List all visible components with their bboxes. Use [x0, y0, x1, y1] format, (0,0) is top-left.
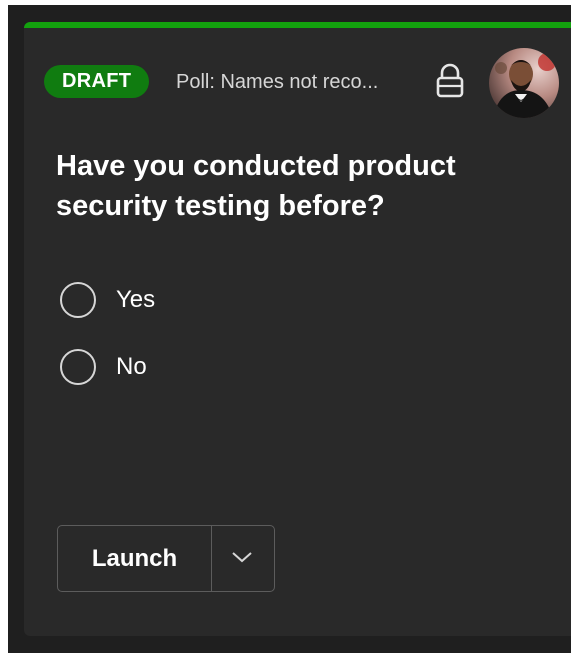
poll-option-no[interactable]: No	[60, 347, 360, 391]
launch-options-dropdown[interactable]	[212, 526, 274, 591]
poll-card: DRAFT Poll: Names not reco... Have you c…	[24, 22, 571, 636]
radio-button[interactable]	[60, 349, 96, 385]
poll-title: Poll: Names not reco...	[176, 71, 379, 93]
avatar[interactable]	[489, 48, 559, 118]
poll-question: Have you conducted product security test…	[56, 150, 456, 222]
launch-button[interactable]: Launch	[58, 526, 212, 591]
poll-option-yes[interactable]: Yes	[60, 280, 360, 324]
option-label: No	[116, 353, 147, 380]
chevron-down-icon	[232, 552, 252, 563]
poll-header: DRAFT Poll: Names not reco...	[44, 48, 571, 118]
lock-icon	[434, 63, 466, 99]
radio-button[interactable]	[60, 282, 96, 318]
launch-split-button: Launch	[57, 525, 275, 592]
status-badge: DRAFT	[44, 65, 150, 98]
option-label: Yes	[116, 286, 156, 313]
